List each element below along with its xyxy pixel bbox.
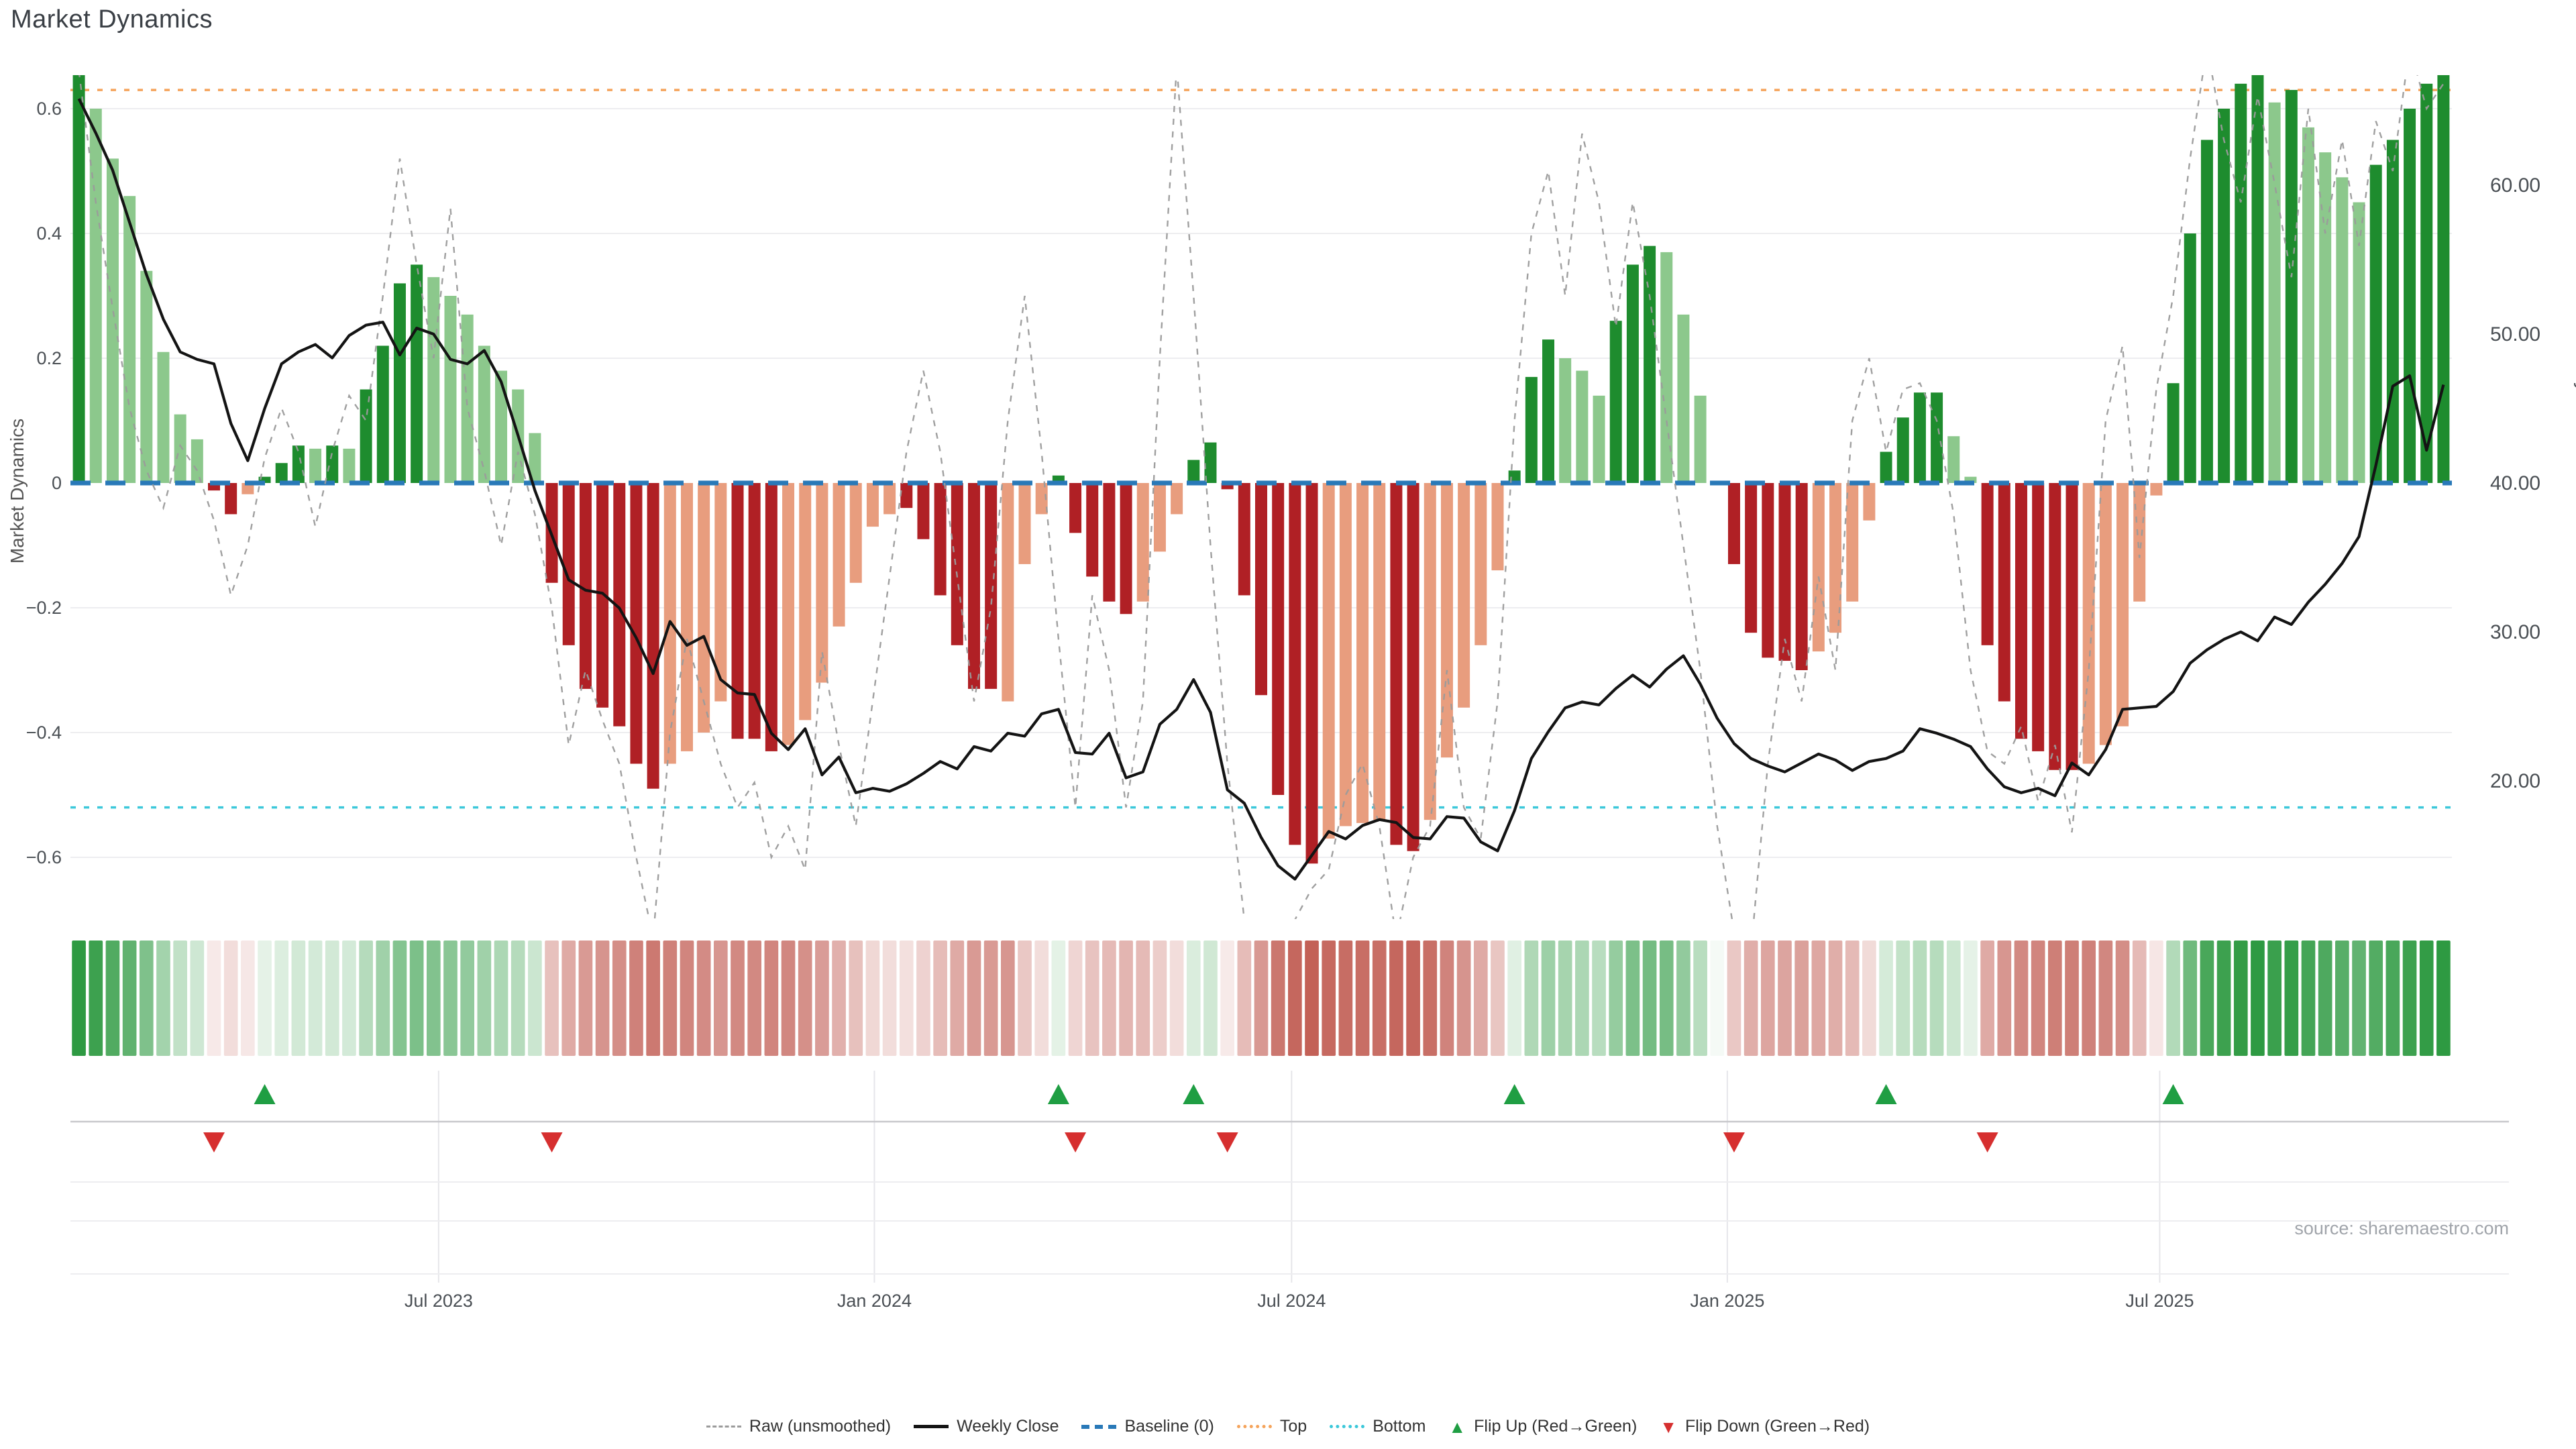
source-attribution: source: sharemaestro.com xyxy=(2294,1218,2509,1239)
svg-text:60.00: 60.00 xyxy=(2490,174,2540,197)
legend-label: Top xyxy=(1280,1417,1307,1436)
svg-text:Jan 2024: Jan 2024 xyxy=(837,1291,912,1311)
top-line-swatch-icon xyxy=(1237,1425,1272,1428)
legend-label: Raw (unsmoothed) xyxy=(749,1417,891,1436)
legend-label: Bottom xyxy=(1373,1417,1426,1436)
legend-item-top: Top xyxy=(1237,1417,1307,1436)
page: Market Dynamics 0.6 0.4 0.2 0 −0.2 −0.4 −0.6 60… xyxy=(0,0,2576,1449)
svg-text:0.6: 0.6 xyxy=(36,99,62,119)
svg-text:30.00: 30.00 xyxy=(2490,621,2540,643)
flip-down-triangle-icon: ▼ xyxy=(1660,1418,1677,1436)
market-dynamics-chart: 0.6 0.4 0.2 0 −0.2 −0.4 −0.6 60.00 50.00 40.00 30.… xyxy=(0,0,2576,1449)
svg-text:Jul 2023: Jul 2023 xyxy=(405,1291,473,1311)
svg-text:0: 0 xyxy=(52,473,62,493)
svg-text:40.00: 40.00 xyxy=(2490,472,2540,494)
svg-text:50.00: 50.00 xyxy=(2490,323,2540,345)
legend-item-flip-down: ▼ Flip Down (Green→Red) xyxy=(1660,1417,1870,1436)
svg-text:0.4: 0.4 xyxy=(36,223,62,244)
legend-label: Flip Down (Green→Red) xyxy=(1685,1417,1870,1436)
right-axis-title: Weekly Close Price xyxy=(2573,313,2576,515)
svg-text:Jan 2025: Jan 2025 xyxy=(1690,1291,1764,1311)
svg-text:−0.2: −0.2 xyxy=(26,598,62,618)
legend-item-baseline: Baseline (0) xyxy=(1081,1417,1214,1436)
baseline-swatch-icon xyxy=(1081,1425,1116,1429)
legend: Raw (unsmoothed) Weekly Close Baseline (… xyxy=(0,1417,2576,1436)
svg-text:0.2: 0.2 xyxy=(36,348,62,368)
svg-text:20.00: 20.00 xyxy=(2490,770,2540,792)
legend-label: Weekly Close xyxy=(957,1417,1059,1436)
svg-text:Jul 2025: Jul 2025 xyxy=(2125,1291,2194,1311)
weekly-close-line-swatch-icon xyxy=(914,1425,949,1428)
flip-up-triangle-icon: ▲ xyxy=(1448,1418,1466,1436)
legend-label: Flip Up (Red→Green) xyxy=(1474,1417,1637,1436)
svg-text:−0.4: −0.4 xyxy=(26,722,62,743)
legend-item-bottom: Bottom xyxy=(1330,1417,1426,1436)
legend-item-raw: Raw (unsmoothed) xyxy=(706,1417,891,1436)
legend-label: Baseline (0) xyxy=(1124,1417,1214,1436)
svg-text:−0.6: −0.6 xyxy=(26,847,62,867)
svg-text:Jul 2024: Jul 2024 xyxy=(1257,1291,1326,1311)
left-axis-title: Market Dynamics xyxy=(7,404,28,578)
legend-item-weekly-close: Weekly Close xyxy=(914,1417,1059,1436)
bottom-line-swatch-icon xyxy=(1330,1425,1364,1428)
legend-item-flip-up: ▲ Flip Up (Red→Green) xyxy=(1448,1417,1637,1436)
raw-line-swatch-icon xyxy=(706,1426,741,1428)
